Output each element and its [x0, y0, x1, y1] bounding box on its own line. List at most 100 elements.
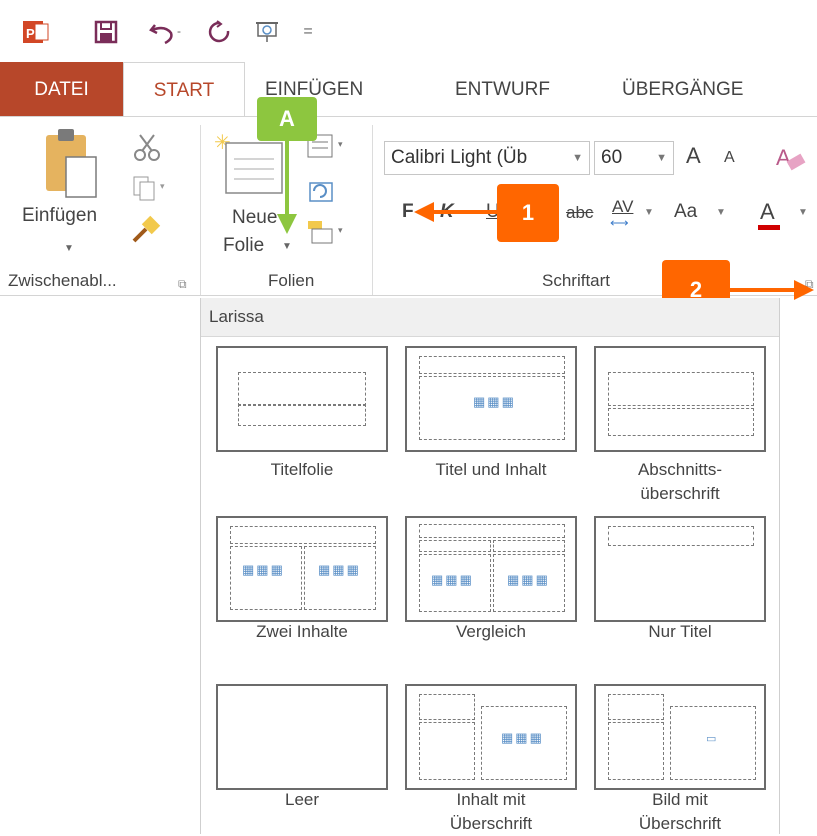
svg-text:▾: ▾ [160, 181, 165, 191]
customize-qat-icon[interactable]: = [298, 18, 318, 46]
chevron-down-icon[interactable]: ▼ [798, 207, 808, 218]
picture-icon: ▭ [706, 733, 719, 745]
ribbon-tabs: DATEI START EINFÜGEN ENTWURF ÜBERGÄNGE [0, 62, 817, 116]
placeholder [608, 722, 664, 780]
shrink-font-icon[interactable]: A [724, 149, 735, 167]
tab-file[interactable]: DATEI [0, 62, 123, 116]
copy-icon[interactable]: ▾ [132, 175, 172, 208]
layout-blank[interactable] [216, 684, 388, 790]
layout-caption: Bild mit Überschrift [638, 790, 722, 833]
tab-design[interactable]: ENTWURF [455, 62, 550, 116]
new-slide-dropdown-icon[interactable]: ▼ [282, 241, 292, 252]
font-name-combo[interactable]: Calibri Light (Üb ▼ [384, 141, 590, 175]
placeholder [238, 372, 366, 406]
placeholder [608, 694, 664, 720]
svg-text:-: - [177, 24, 181, 38]
chevron-down-icon[interactable]: ▼ [656, 142, 667, 174]
cut-icon[interactable] [132, 133, 162, 168]
placeholder [230, 526, 376, 544]
svg-text:A: A [776, 145, 791, 170]
save-icon[interactable] [92, 18, 120, 46]
clipboard-launcher-icon[interactable]: ⧉ [178, 277, 187, 292]
layout-gallery: Larissa Titelfolie ▦▦▦ Titel und Inhalt … [200, 298, 780, 834]
placeholder [419, 540, 491, 552]
paste-icon[interactable] [36, 127, 98, 214]
content-icons: ▦▦▦ [507, 572, 550, 587]
paste-label[interactable]: Einfügen [22, 205, 97, 227]
format-painter-icon[interactable] [130, 215, 162, 252]
placeholder [608, 526, 754, 546]
bold-button[interactable]: F [402, 201, 414, 223]
layout-content-caption[interactable]: ▦▦▦ [405, 684, 577, 790]
layout-caption: Titel und Inhalt [435, 460, 547, 479]
tab-transitions[interactable]: ÜBERGÄNGE [622, 62, 743, 116]
font-size-combo[interactable]: 60 ▼ [594, 141, 674, 175]
layout-picture-caption[interactable]: ▭ [594, 684, 766, 790]
arrow-left-icon [414, 202, 498, 222]
chevron-down-icon[interactable]: ▼ [644, 207, 654, 218]
character-spacing-button[interactable]: AV [612, 197, 633, 217]
font-color-button[interactable]: A [760, 199, 775, 225]
powerpoint-icon[interactable]: P [22, 18, 50, 46]
svg-text:P: P [26, 26, 35, 41]
font-name-value: Calibri Light (Üb [391, 147, 528, 168]
presentation-icon[interactable] [252, 18, 282, 46]
gallery-header: Larissa [201, 298, 779, 337]
svg-text:▾: ▾ [338, 139, 343, 149]
placeholder [304, 546, 376, 610]
content-icons: ▦▦▦ [431, 572, 474, 587]
content-icons: ▦▦▦ [501, 730, 544, 745]
svg-text:▾: ▾ [338, 225, 343, 235]
content-icons: ▦▦▦ [242, 562, 285, 577]
layout-caption: Leer [284, 790, 320, 809]
layout-caption: Zwei Inhalte [256, 622, 348, 641]
font-size-value: 60 [601, 147, 623, 168]
group-separator [372, 125, 373, 295]
gallery-title: Larissa [209, 307, 264, 326]
quick-access-toolbar: P - = [0, 0, 817, 62]
layout-caption: Nur Titel [648, 622, 712, 641]
chevron-down-icon[interactable]: ▼ [716, 207, 726, 218]
new-slide-label-line1[interactable]: Neue [232, 207, 277, 229]
layout-comparison[interactable]: ▦▦▦ ▦▦▦ [405, 516, 577, 622]
placeholder [419, 694, 475, 720]
arrow-down-icon [277, 140, 297, 234]
layout-two-content[interactable]: ▦▦▦ ▦▦▦ [216, 516, 388, 622]
grow-font-icon[interactable]: A [686, 143, 701, 169]
callout-1: 1 [497, 184, 559, 242]
placeholder [419, 524, 565, 538]
reset-slide-icon[interactable] [306, 177, 336, 212]
section-icon[interactable]: ▾ [306, 217, 350, 252]
placeholder [608, 372, 754, 406]
placeholder [419, 356, 565, 374]
slides-group-label: Folien [268, 271, 315, 290]
callout-a: A [257, 97, 317, 141]
layout-caption: Titelfolie [270, 460, 334, 479]
layout-caption: Vergleich [456, 622, 526, 641]
content-icons: ▦▦▦ [318, 562, 361, 577]
chevron-down-icon[interactable]: ▼ [572, 142, 583, 174]
font-color-swatch [758, 225, 780, 230]
layout-title-slide[interactable] [216, 346, 388, 452]
clear-formatting-icon[interactable]: A [774, 141, 814, 180]
spacing-arrows-icon: ⟷ [610, 215, 629, 230]
placeholder [230, 546, 302, 610]
layout-title-only[interactable] [594, 516, 766, 622]
paste-dropdown-icon[interactable]: ▼ [64, 243, 74, 254]
redo-icon[interactable] [205, 18, 235, 46]
layout-section-header[interactable] [594, 346, 766, 452]
change-case-button[interactable]: Aa [674, 201, 697, 223]
content-icons: ▦▦▦ [473, 394, 516, 409]
group-separator [200, 125, 201, 295]
clipboard-group-label: Zwischenabl... [8, 271, 117, 290]
layout-title-content[interactable]: ▦▦▦ [405, 346, 577, 452]
layout-caption: Inhalt mit Überschrift [449, 790, 533, 833]
new-slide-label-line2[interactable]: Folie [223, 235, 264, 257]
placeholder [608, 408, 754, 436]
placeholder [238, 404, 366, 426]
layout-caption: Abschnitts-überschrift [637, 460, 723, 503]
placeholder [419, 722, 475, 780]
undo-icon[interactable]: - [146, 18, 190, 46]
strikethrough-button[interactable]: abc [566, 203, 593, 223]
tab-start[interactable]: START [123, 62, 245, 116]
